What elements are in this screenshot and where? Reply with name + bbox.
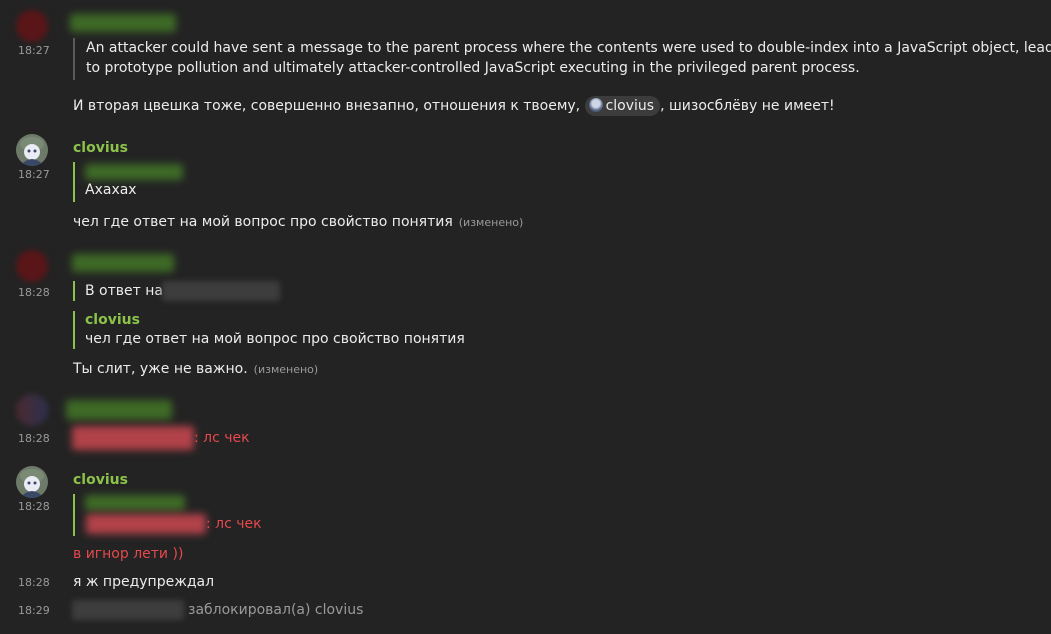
message-text: Ты слит, уже не важно. (изменено) — [73, 359, 318, 380]
clovius-avatar-icon — [588, 98, 603, 112]
reply-text: Ахахах — [85, 182, 137, 198]
timestamp: 18:29 — [18, 604, 50, 617]
message-body: Ты слит, уже не важно. — [73, 361, 248, 377]
avatar-clovius[interactable] — [16, 466, 48, 498]
quoted-advisory: An attacker could have sent a message to… — [73, 38, 1051, 80]
quote-line-1: An attacker could have sent a message to… — [86, 40, 1051, 56]
timestamp: 18:28 — [18, 432, 50, 445]
avatar-hidden-user-1[interactable] — [16, 10, 48, 42]
reply-reference[interactable]: В ответ на — [73, 281, 163, 301]
avatar-clovius[interactable] — [16, 134, 48, 166]
avatar-hidden-user-2[interactable] — [16, 394, 48, 426]
message-text-after: , шизосблёву не имеет! — [660, 98, 835, 114]
message-text: И вторая цвешка тоже, совершенно внезапн… — [73, 96, 835, 116]
message-text: чел где ответ на мой вопрос про свойство… — [73, 212, 523, 233]
hidden-system-username[interactable] — [72, 600, 184, 620]
hidden-username-1[interactable] — [70, 14, 176, 32]
mention-label: clovius — [605, 98, 655, 114]
hidden-username-2[interactable] — [66, 400, 172, 420]
user-mention[interactable]: clovius — [584, 96, 661, 116]
message-text: : лс чек — [194, 430, 250, 446]
timestamp: 18:27 — [18, 44, 50, 57]
timestamp: 18:28 — [18, 576, 50, 589]
avatar-hidden-user-1[interactable] — [16, 250, 48, 282]
username-clovius[interactable]: clovius — [73, 140, 128, 156]
quoted-author: clovius — [85, 312, 140, 328]
reply-quote[interactable]: Ахахах — [73, 162, 183, 202]
hidden-mention[interactable] — [72, 426, 194, 450]
message-text-before: И вторая цвешка тоже, совершенно внезапн… — [73, 98, 581, 114]
hidden-mention[interactable] — [86, 514, 206, 534]
timestamp: 18:28 — [18, 286, 50, 299]
username-clovius[interactable]: clovius — [73, 472, 128, 488]
reply-prefix: В ответ на — [85, 283, 163, 299]
quoted-message[interactable]: clovius чел где ответ на мой вопрос про … — [73, 311, 465, 349]
quote-line-2: to prototype pollution and ultimately at… — [86, 60, 860, 76]
edited-label: (изменено) — [253, 363, 319, 376]
timestamp: 18:27 — [18, 168, 50, 181]
clovius-avatar-icon — [16, 466, 48, 498]
reply-text: : лс чек — [206, 516, 262, 532]
hidden-reply-author — [85, 495, 185, 511]
message-text: в игнор лети )) — [73, 546, 184, 562]
clovius-avatar-icon — [16, 134, 48, 166]
message-text: я ж предупреждал — [73, 574, 215, 590]
hidden-reply-author — [85, 164, 183, 180]
hidden-username-1[interactable] — [72, 254, 174, 272]
system-message: заблокировал(а) clovius — [188, 602, 364, 618]
hidden-reply-target[interactable] — [162, 281, 280, 301]
message-body: чел где ответ на мой вопрос про свойство… — [73, 214, 453, 230]
quoted-text: чел где ответ на мой вопрос про свойство… — [85, 331, 465, 347]
timestamp: 18:28 — [18, 500, 50, 513]
edited-label: (изменено) — [458, 216, 524, 229]
